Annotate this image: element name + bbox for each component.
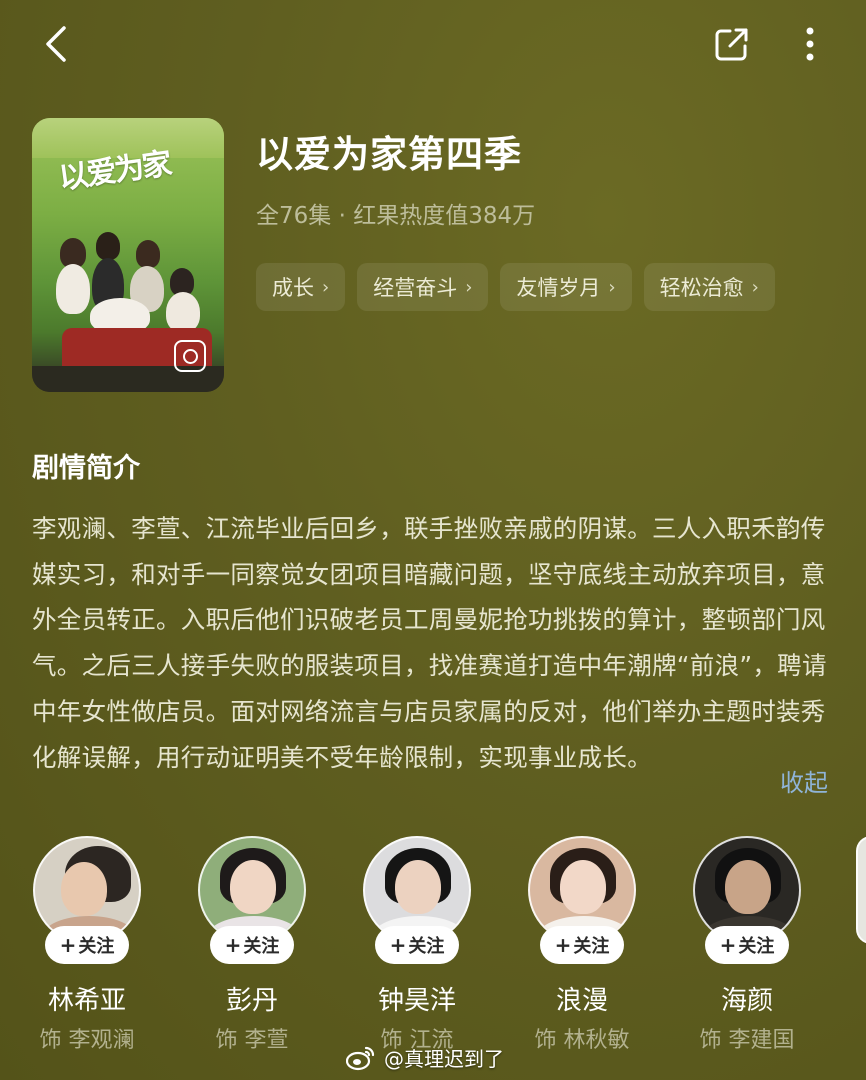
tag-label: 成长 bbox=[272, 276, 314, 300]
watermark: @真理迟到了 bbox=[346, 1043, 504, 1072]
cast-item[interactable]: + 关注 海颜 饰 李建国 bbox=[672, 836, 822, 1056]
plus-icon: + bbox=[554, 933, 572, 957]
tag-business[interactable]: 经营奋斗 › bbox=[357, 263, 489, 311]
tag-label: 轻松治愈 bbox=[659, 276, 744, 300]
follow-button[interactable]: + 关注 bbox=[705, 926, 789, 964]
plus-icon: + bbox=[224, 933, 242, 957]
avatar-partial[interactable] bbox=[856, 836, 866, 944]
share-icon bbox=[715, 28, 748, 61]
cast-role: 饰 李观澜 bbox=[39, 1028, 135, 1053]
synopsis-text: 李观澜、李萱、江流毕业后回乡，联手挫败亲戚的阴谋。三人入职禾韵传媒实习，和对手一… bbox=[32, 514, 827, 772]
back-button[interactable] bbox=[36, 24, 76, 64]
tag-friendship[interactable]: 友情岁月 › bbox=[500, 263, 632, 311]
cast-name: 浪漫 bbox=[555, 986, 608, 1016]
cast-item[interactable]: + 关注 林希亚 饰 李观澜 bbox=[12, 836, 162, 1056]
follow-button[interactable]: + 关注 bbox=[540, 926, 624, 964]
tag-growth[interactable]: 成长 › bbox=[256, 263, 346, 311]
more-vertical-icon bbox=[806, 27, 814, 61]
watermark-text: @真理迟到了 bbox=[384, 1047, 504, 1071]
plus-icon: + bbox=[389, 933, 407, 957]
more-button[interactable] bbox=[792, 22, 828, 66]
cast-role: 饰 李萱 bbox=[215, 1028, 289, 1053]
cast-role: 饰 李建国 bbox=[699, 1028, 795, 1053]
camera-icon[interactable] bbox=[174, 340, 206, 372]
cast-name: 海颜 bbox=[720, 986, 773, 1016]
chevron-right-icon: › bbox=[322, 276, 330, 298]
cast-name: 林希亚 bbox=[47, 986, 126, 1016]
collapse-link[interactable]: 收起 bbox=[780, 763, 828, 798]
cast-item[interactable]: + 关注 彭丹 饰 李萱 bbox=[177, 836, 327, 1056]
tag-healing[interactable]: 轻松治愈 › bbox=[643, 263, 775, 311]
show-title: 以爱为家第四季 bbox=[256, 133, 522, 176]
tag-list: 成长 › 经营奋斗 › 友情岁月 › 轻松治愈 › bbox=[256, 263, 775, 311]
cast-name: 彭丹 bbox=[225, 986, 278, 1016]
plus-icon: + bbox=[719, 933, 737, 957]
tag-label: 友情岁月 bbox=[516, 276, 601, 300]
tag-label: 经营奋斗 bbox=[373, 276, 458, 300]
plus-icon: + bbox=[59, 933, 77, 957]
share-button[interactable] bbox=[710, 22, 754, 66]
chevron-left-icon bbox=[46, 26, 66, 62]
cast-item[interactable]: + 关注 钟昊洋 饰 江流 bbox=[342, 836, 492, 1056]
cast-role: 饰 林秋敏 bbox=[534, 1028, 630, 1053]
cast-name: 钟昊洋 bbox=[377, 986, 456, 1016]
follow-button[interactable]: + 关注 bbox=[210, 926, 294, 964]
chevron-right-icon: › bbox=[608, 276, 616, 298]
show-poster[interactable]: 以爱为家 bbox=[32, 118, 224, 392]
chevron-right-icon: › bbox=[751, 276, 759, 298]
cast-item[interactable]: + 关注 浪漫 饰 林秋敏 bbox=[507, 836, 657, 1056]
weibo-icon bbox=[346, 1046, 375, 1070]
follow-button[interactable]: + 关注 bbox=[45, 926, 129, 964]
follow-button[interactable]: + 关注 bbox=[375, 926, 459, 964]
chevron-right-icon: › bbox=[465, 276, 473, 298]
show-meta: 全76集 · 红果热度值384万 bbox=[256, 203, 536, 229]
synopsis-heading: 剧情简介 bbox=[32, 453, 140, 484]
top-bar bbox=[0, 0, 866, 90]
